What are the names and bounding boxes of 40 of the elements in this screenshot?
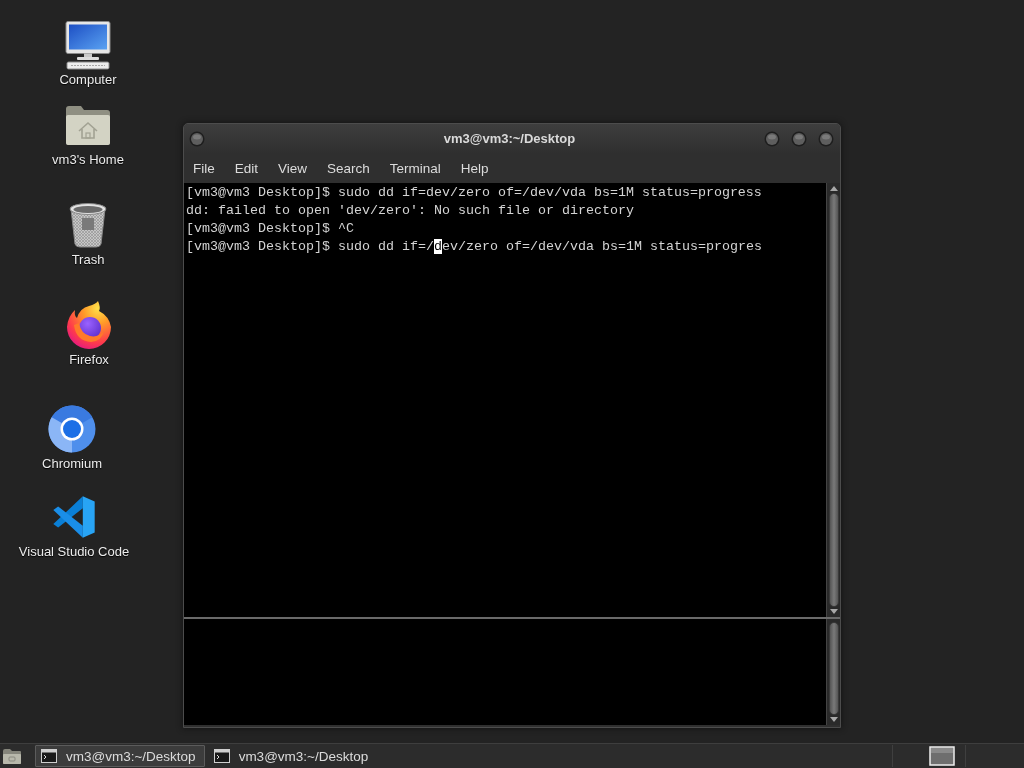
terminal-line: [vm3@vm3 Desktop]$ sudo dd if=dev/zero of=/dev/vda bs=1M status=progress (186, 184, 763, 202)
desktop-icon-label[interactable]: Trash (71, 252, 105, 268)
desktop-icon-label[interactable]: Visual Studio Code (18, 544, 130, 560)
terminal-line: [vm3@vm3 Desktop]$ sudo dd if=/dev/zero of=/dev/vda bs=1M status=progres (186, 238, 763, 256)
taskbar-button[interactable]: vm3@vm3:~/Desktop (35, 745, 205, 767)
menu-item[interactable]: Terminal (379, 160, 451, 176)
round-button-icon[interactable] (791, 130, 807, 147)
home-folder-icon[interactable] (65, 104, 111, 146)
desktop-icon-label[interactable]: Chromium (42, 456, 102, 472)
scroll-down-arrow-icon[interactable] (829, 609, 838, 614)
desktop-icon-label[interactable]: vm3's Home (52, 152, 124, 168)
scrollbar-thumb[interactable] (828, 622, 839, 715)
menu-item[interactable]: Search (317, 160, 380, 176)
scrollbar[interactable] (826, 183, 840, 617)
desktop-icon-label[interactable]: Firefox (69, 352, 109, 368)
scrollbar[interactable] (826, 619, 840, 725)
trash-icon[interactable] (68, 202, 108, 248)
menu-item[interactable]: View (268, 160, 318, 176)
scroll-up-arrow-icon[interactable] (829, 186, 838, 191)
menu-item[interactable]: Help (450, 160, 499, 176)
terminal-line: [vm3@vm3 Desktop]$ ^C (186, 220, 355, 238)
terminal-icon (213, 749, 230, 763)
computer-icon[interactable] (64, 20, 112, 70)
round-button-icon[interactable] (189, 130, 205, 147)
chromium-logo-icon[interactable] (48, 405, 96, 453)
terminal-line: dd: failed to open 'dev/zero': No such file or directory (186, 202, 635, 220)
folder-icon[interactable] (2, 747, 22, 765)
code-editor-logo-icon[interactable] (52, 495, 96, 539)
round-button-icon[interactable] (764, 130, 780, 147)
window-title: vm3@vm3:~/Desktop (442, 131, 577, 146)
taskbar-button[interactable]: vm3@vm3:~/Desktop (207, 745, 378, 767)
desktop-icon-label[interactable]: Computer (59, 72, 117, 88)
round-button-icon[interactable] (818, 130, 834, 147)
terminal-icon (41, 749, 57, 763)
menu-item[interactable]: Edit (224, 160, 269, 176)
menu-item[interactable]: File (184, 160, 225, 176)
scroll-down-arrow-icon[interactable] (829, 717, 838, 722)
scrollbar-thumb[interactable] (828, 193, 839, 607)
firefox-logo-icon[interactable] (65, 300, 113, 350)
workspace-pager-icon[interactable] (929, 746, 955, 766)
